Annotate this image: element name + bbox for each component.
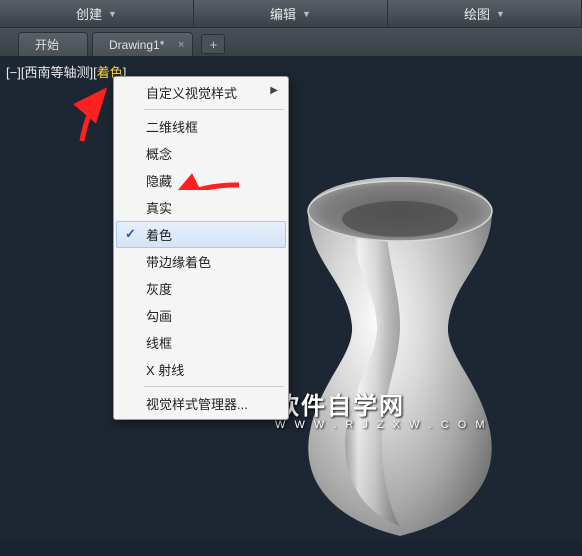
menu-draw-label: 绘图	[464, 4, 490, 23]
vl-mid: ][	[89, 65, 96, 80]
tab-drawing1-label: Drawing1*	[109, 38, 164, 52]
cm-shaded-edges-label: 带边缘着色	[146, 255, 211, 270]
visual-style-context-menu: 自定义视觉样式 ▶ 二维线框 概念 隐藏 真实 ✓ 着色 带边缘着色 灰度 勾画…	[113, 76, 289, 420]
menu-draw[interactable]: 绘图 ▼	[388, 0, 582, 27]
cm-wireframe[interactable]: 线框	[116, 329, 286, 356]
vl-view: 西南等轴测	[24, 65, 89, 80]
cm-grayscale-label: 灰度	[146, 282, 172, 297]
submenu-arrow-icon: ▶	[270, 85, 278, 96]
tab-bar: 开始 Drawing1* × +	[0, 28, 582, 56]
tab-start[interactable]: 开始	[18, 32, 88, 56]
cm-grayscale[interactable]: 灰度	[116, 275, 286, 302]
cm-custom-visual-styles[interactable]: 自定义视觉样式 ▶	[116, 79, 286, 106]
cm-wireframe2d-label: 二维线框	[146, 120, 198, 135]
menu-create[interactable]: 创建 ▼	[0, 0, 194, 27]
cm-shaded[interactable]: ✓ 着色	[116, 221, 286, 248]
cm-xray[interactable]: X 射线	[116, 356, 286, 383]
top-menu-bar: 创建 ▼ 编辑 ▼ 绘图 ▼	[0, 0, 582, 28]
tab-drawing1[interactable]: Drawing1* ×	[92, 32, 193, 56]
chevron-down-icon: ▼	[108, 9, 117, 19]
tab-add-button[interactable]: +	[201, 34, 225, 54]
cm-wireframe2d[interactable]: 二维线框	[116, 113, 286, 140]
cm-wireframe-label: 线框	[146, 336, 172, 351]
chevron-down-icon: ▼	[496, 9, 505, 19]
vase-3d-object	[280, 171, 520, 551]
cm-sketchy[interactable]: 勾画	[116, 302, 286, 329]
cm-conceptual-label: 概念	[146, 147, 172, 162]
close-icon[interactable]: ×	[178, 39, 184, 51]
menu-edit-label: 编辑	[270, 4, 296, 23]
checkmark-icon: ✓	[125, 226, 136, 242]
vl-prefix: [−][	[6, 65, 24, 80]
chevron-down-icon: ▼	[302, 9, 311, 19]
cm-separator	[144, 386, 284, 387]
viewport-label[interactable]: [−][西南等轴测][着色]	[6, 62, 126, 81]
cm-visual-style-manager[interactable]: 视觉样式管理器...	[116, 390, 286, 417]
cm-hidden[interactable]: 隐藏	[116, 167, 286, 194]
menu-create-label: 创建	[76, 4, 102, 23]
cm-manager-label: 视觉样式管理器...	[146, 397, 248, 412]
cm-conceptual[interactable]: 概念	[116, 140, 286, 167]
tab-start-label: 开始	[35, 36, 59, 53]
plus-icon: +	[210, 37, 218, 52]
cm-custom-label: 自定义视觉样式	[146, 86, 237, 101]
menu-edit[interactable]: 编辑 ▼	[194, 0, 388, 27]
cm-sketchy-label: 勾画	[146, 309, 172, 324]
cm-separator	[144, 109, 284, 110]
cm-realistic-label: 真实	[146, 201, 172, 216]
cm-realistic[interactable]: 真实	[116, 194, 286, 221]
viewport-3d[interactable]: [−][西南等轴测][着色]	[0, 56, 582, 538]
cm-hidden-label: 隐藏	[146, 174, 172, 189]
cm-shaded-label: 着色	[146, 228, 172, 243]
cm-xray-label: X 射线	[146, 363, 184, 378]
cm-shaded-edges[interactable]: 带边缘着色	[116, 248, 286, 275]
